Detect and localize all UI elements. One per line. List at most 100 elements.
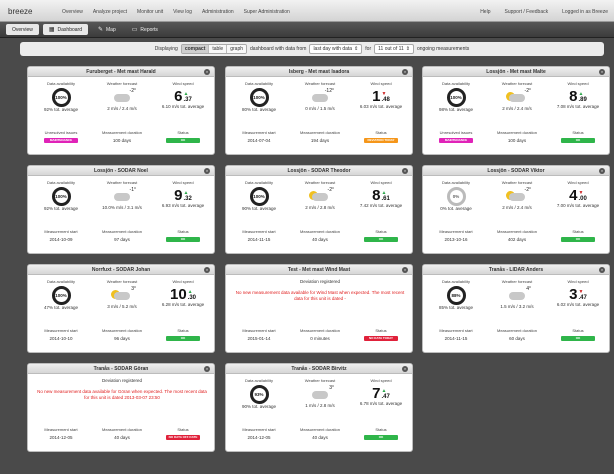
measurement-duration-value: 40 days	[312, 435, 328, 440]
measurement-card[interactable]: Test - Met mast Wind Mast × Deviation regi…	[225, 264, 413, 353]
close-icon[interactable]: ×	[204, 69, 210, 75]
measurement-duration-value: 0 minutes	[310, 336, 330, 341]
wind-speed-decimal: .00	[578, 196, 587, 202]
measurement-start-label: Measurement start	[242, 427, 276, 432]
close-icon[interactable]: ×	[204, 168, 210, 174]
duration-info: Measurement duration 97 days	[92, 229, 152, 242]
card-title: Lossjön - Met mast Malte	[486, 69, 546, 75]
card-title: Tranås - LIDAR Anders	[488, 267, 544, 273]
tab-map[interactable]: ✎ Map	[92, 24, 122, 35]
measurement-card[interactable]: Lossjön - SODAR Viktor × Data availability…	[422, 165, 610, 254]
availability-metric: Data availability 88% 85% tot. average	[426, 279, 486, 310]
measurement-card[interactable]: Tranås - LIDAR Anders × Data availability 8…	[422, 264, 610, 353]
forecast-label: Weather forecast	[304, 180, 336, 185]
wind-speed-decimal: .48	[381, 97, 390, 103]
unresolved-issues-label: Unresolved issues	[439, 130, 473, 135]
wind-average: 6.28 m/s tot. average	[161, 302, 205, 307]
status-badge[interactable]: OK	[561, 336, 595, 341]
forecast-temperature: 4°	[526, 286, 531, 292]
close-icon[interactable]: ×	[599, 69, 605, 75]
wind-metric: Wind speed 6 ▲ .37 6.10 m/s tot. average	[153, 81, 213, 109]
cloud-icon	[114, 193, 130, 201]
close-icon[interactable]: ×	[402, 168, 408, 174]
measurement-card[interactable]: Lossjön - SODAR Theodor × Data availabilit…	[225, 165, 413, 254]
measurement-card[interactable]: Lossjön - SODAR Noel × Data availability 10…	[27, 165, 215, 254]
status-badge[interactable]: OK	[364, 237, 398, 242]
status-badge[interactable]: OK	[561, 237, 595, 242]
status-badge[interactable]: NO DATA TODAY	[364, 336, 398, 341]
wind-speed-decimal: .37	[183, 97, 192, 103]
tab-reports[interactable]: ▭ Reports	[126, 24, 164, 35]
close-icon[interactable]: ×	[599, 168, 605, 174]
status-badge[interactable]: OK	[561, 138, 595, 143]
duration-info: Measurement duration 96 days	[92, 328, 152, 341]
duration-info: Measurement duration 40 days	[290, 427, 350, 440]
close-icon[interactable]: ×	[599, 267, 605, 273]
issue-badge[interactable]: MAINTENANCE	[439, 138, 473, 143]
tab-overview[interactable]: Overview	[6, 24, 39, 35]
nav-help[interactable]: Help	[480, 9, 490, 15]
mode-graph-button[interactable]: graph	[227, 45, 247, 53]
availability-average: 85% tot. average	[438, 305, 474, 310]
status-info: Status OK	[153, 328, 213, 341]
status-badge[interactable]: OK	[166, 336, 200, 341]
availability-label: Data availability	[441, 180, 470, 185]
nav-super-administration[interactable]: Super Administration	[244, 9, 290, 15]
status-badge[interactable]: DEVIATION TODAY	[364, 138, 398, 143]
status-badge[interactable]: NO DATA OFF DATE	[166, 435, 200, 440]
close-icon[interactable]: ×	[402, 69, 408, 75]
nav-analyze-project[interactable]: Analyze project	[93, 9, 127, 15]
ongoing-measurements-label: ongoing measurements	[417, 46, 470, 52]
count-select[interactable]: 11 out of 11 ⇕	[374, 44, 414, 54]
displaying-label: Displaying	[154, 46, 178, 52]
forecast-wind: 1 m/s / 2.8 m/s	[305, 403, 335, 408]
period-select[interactable]: last day with data ⇕	[309, 44, 363, 54]
unresolved-issues-label: Unresolved issues	[44, 130, 78, 135]
brand-logo[interactable]: breeze	[8, 7, 32, 16]
forecast-metric: Weather forecast -2° 2 m/s / 2.8 m/s	[290, 180, 350, 210]
nav-overview[interactable]: Overview	[62, 9, 83, 15]
close-icon[interactable]: ×	[402, 366, 408, 372]
issue-badge[interactable]: MAINTENANCE	[44, 138, 78, 143]
wind-speed-integer: 9	[174, 187, 183, 204]
card-title: Lossjön - SODAR Theodor	[287, 168, 351, 174]
forecast-metric: Weather forecast 3° 3 m/s / 5.2 m/s	[92, 279, 152, 309]
nav-logged-in-user[interactable]: Logged in as Breeze	[562, 9, 608, 15]
measurement-start-value: 2013-10-16	[444, 237, 468, 242]
mode-compact-button[interactable]: compact	[181, 45, 210, 53]
measurement-card[interactable]: Tranås - SODAR Göran × Deviation registere…	[27, 363, 215, 452]
measurement-card[interactable]: Furuberget - Met mast Harald × Data availa…	[27, 66, 215, 155]
nav-support-feedback[interactable]: Support / Feedback	[504, 9, 548, 15]
status-badge[interactable]: OK	[166, 237, 200, 242]
deviation-message: No new measurement data available for Gö…	[37, 389, 207, 400]
forecast-label: Weather forecast	[501, 180, 533, 185]
wind-average: 6.78 m/s tot. average	[359, 401, 403, 406]
measurement-card[interactable]: Tranås - SODAR Birvitz × Data availability…	[225, 363, 413, 452]
duration-info: Measurement duration 60 days	[487, 328, 547, 341]
nav-view-log[interactable]: View log	[173, 9, 192, 15]
close-icon[interactable]: ×	[204, 267, 210, 273]
cloud-icon	[312, 391, 328, 399]
forecast-label: Weather forecast	[501, 279, 533, 284]
wind-speed-decimal: .47	[381, 394, 390, 400]
availability-metric: Data availability 100% 98% tot. average	[426, 81, 486, 112]
measurement-card[interactable]: Isberg - Met mast Isadora × Data availabil…	[225, 66, 413, 155]
nav-administration[interactable]: Administration	[202, 9, 234, 15]
status-badge[interactable]: OK	[166, 138, 200, 143]
measurement-card[interactable]: Norrfuxt - SODAR Johan × Data availability…	[27, 264, 215, 353]
close-icon[interactable]: ×	[204, 366, 210, 372]
wind-speed: 10 ▲ .30	[153, 284, 213, 302]
tab-dashboard[interactable]: ▦ Dashboard	[42, 24, 88, 35]
card-header: Norrfuxt - SODAR Johan ×	[28, 265, 214, 275]
measurement-card[interactable]: Lossjön - Met mast Malte × Data availabili…	[422, 66, 610, 155]
nav-monitor-unit[interactable]: Monitor unit	[137, 9, 163, 15]
wind-speed: 8 ▲ .61	[351, 185, 411, 203]
mode-table-button[interactable]: table	[209, 45, 228, 53]
availability-metric: Data availability 100% 47% tot. average	[31, 279, 91, 310]
deviation-message: No new measurement data available for Wi…	[235, 290, 405, 301]
close-icon[interactable]: ×	[402, 267, 408, 273]
measurement-start-value: 2014-07-04	[247, 138, 271, 143]
measurement-start-label: Measurement start	[44, 229, 78, 234]
status-badge[interactable]: OK	[364, 435, 398, 440]
status-info: Status OK	[548, 328, 608, 341]
